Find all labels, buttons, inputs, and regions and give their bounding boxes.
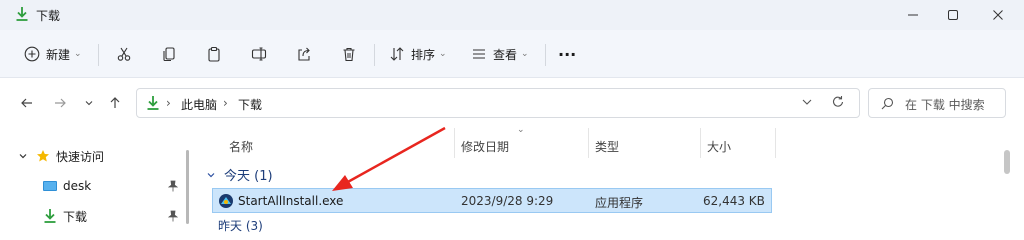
column-divider[interactable] — [700, 128, 701, 158]
nav-item-label: desk — [63, 179, 92, 193]
view-list-icon — [473, 49, 485, 59]
app-exe-icon — [219, 194, 233, 208]
sort-button[interactable]: 排序 ⌄ — [389, 42, 447, 66]
address-row: › 此电脑 › 下载 在 下载 中搜索 — [0, 78, 1024, 128]
arrow-up-icon — [110, 97, 120, 108]
plus-circle-icon — [24, 46, 40, 62]
search-box[interactable]: 在 下载 中搜索 — [868, 88, 1006, 118]
new-button-label: 新建 — [46, 47, 71, 62]
divider — [545, 44, 546, 66]
chevron-right-icon: › — [223, 96, 228, 110]
nav-item-label: 下载 — [63, 209, 88, 224]
rename-icon — [251, 47, 267, 61]
group-header-yesterday[interactable]: 昨天 (3) — [218, 217, 263, 234]
close-icon — [993, 10, 1003, 20]
group-label: 今天 (1) — [224, 169, 273, 184]
column-divider[interactable] — [775, 128, 776, 158]
scissors-icon — [117, 47, 131, 61]
column-header-size[interactable]: 大小 — [707, 138, 731, 155]
copy-button[interactable] — [161, 42, 177, 66]
file-name: StartAllInstall.exe — [238, 194, 344, 208]
search-icon — [881, 97, 894, 110]
navigation-pane: 快速访问 desk 下载 — [0, 128, 196, 224]
share-button[interactable] — [296, 42, 312, 66]
chevron-down-icon — [85, 101, 93, 106]
chevron-down-icon — [207, 172, 215, 177]
search-placeholder: 在 下载 中搜索 — [905, 98, 985, 112]
nav-item-downloads[interactable]: 下载 — [42, 204, 87, 228]
command-bar: 新建 ⌄ 排序 ⌄ 查看 ⌄ ··· — [0, 30, 1024, 78]
nav-item-desk[interactable]: desk — [42, 174, 91, 198]
delete-button[interactable] — [341, 42, 357, 66]
nav-scrollbar[interactable] — [186, 150, 189, 224]
sort-icon — [390, 47, 404, 61]
more-options-button[interactable]: ··· — [558, 42, 576, 66]
breadcrumb-this-pc[interactable]: 此电脑 — [181, 96, 217, 113]
nav-item-quick-access[interactable]: 快速访问 — [18, 144, 104, 168]
maximize-icon — [948, 10, 958, 20]
pin-icon — [167, 210, 179, 225]
desktop-icon — [43, 181, 57, 191]
chevron-down-icon: ⌄ — [521, 49, 529, 59]
divider — [98, 44, 99, 66]
chevron-right-icon: › — [166, 96, 171, 110]
chevron-down-icon — [802, 99, 812, 105]
arrow-right-icon — [55, 98, 66, 108]
breadcrumb-downloads[interactable]: 下载 — [238, 96, 262, 113]
copy-icon — [163, 47, 175, 62]
recent-locations-button[interactable] — [79, 93, 99, 113]
close-button[interactable] — [975, 0, 1021, 30]
star-icon — [37, 150, 49, 162]
file-row[interactable]: StartAllInstall.exe 2023/9/28 9:29 应用程序 … — [212, 188, 772, 213]
chevron-down-icon: ⌄ — [439, 49, 447, 59]
cut-button[interactable] — [116, 42, 132, 66]
column-header-type[interactable]: 类型 — [595, 138, 619, 155]
download-icon — [44, 209, 56, 223]
nav-item-label: 快速访问 — [56, 149, 105, 164]
rename-button[interactable] — [251, 42, 267, 66]
column-divider[interactable] — [588, 128, 589, 158]
sort-indicator-icon: ⌄ — [517, 125, 525, 135]
file-type: 应用程序 — [595, 196, 644, 210]
divider — [374, 44, 375, 66]
forward-button[interactable] — [50, 93, 70, 113]
download-icon — [16, 7, 28, 21]
back-button[interactable] — [17, 93, 37, 113]
up-button[interactable] — [105, 93, 125, 113]
group-header-today[interactable]: 今天 (1) — [206, 165, 273, 184]
column-header-modified[interactable]: 修改日期 — [461, 138, 509, 155]
arrow-left-icon — [21, 98, 32, 108]
minimize-icon — [908, 14, 918, 16]
clipboard-icon — [208, 46, 220, 62]
refresh-icon — [832, 96, 844, 107]
view-button-label: 查看 — [493, 47, 518, 62]
title-bar: 下载 — [0, 0, 1024, 30]
maximize-button[interactable] — [930, 0, 976, 30]
window-title: 下载 — [36, 9, 61, 23]
share-icon — [298, 47, 310, 61]
paste-button[interactable] — [206, 42, 222, 66]
chevron-down-icon — [19, 154, 27, 159]
more-icon: ··· — [558, 44, 577, 64]
sort-button-label: 排序 — [411, 47, 436, 62]
chevron-down-icon: ⌄ — [74, 49, 82, 59]
file-size: 62,443 KB — [703, 194, 765, 208]
address-bar[interactable]: › 此电脑 › 下载 — [136, 88, 860, 118]
column-header-name[interactable]: 名称 — [229, 138, 253, 155]
trash-icon — [343, 47, 355, 62]
refresh-button[interactable] — [831, 95, 845, 112]
view-button[interactable]: 查看 ⌄ — [471, 42, 529, 66]
column-divider[interactable] — [454, 128, 455, 158]
new-button[interactable]: 新建 ⌄ — [24, 42, 82, 66]
pin-icon — [167, 180, 179, 195]
address-history-button[interactable] — [801, 96, 813, 111]
file-modified: 2023/9/28 9:29 — [461, 194, 554, 208]
download-icon — [147, 96, 159, 110]
file-list-scrollbar[interactable] — [1004, 150, 1010, 174]
